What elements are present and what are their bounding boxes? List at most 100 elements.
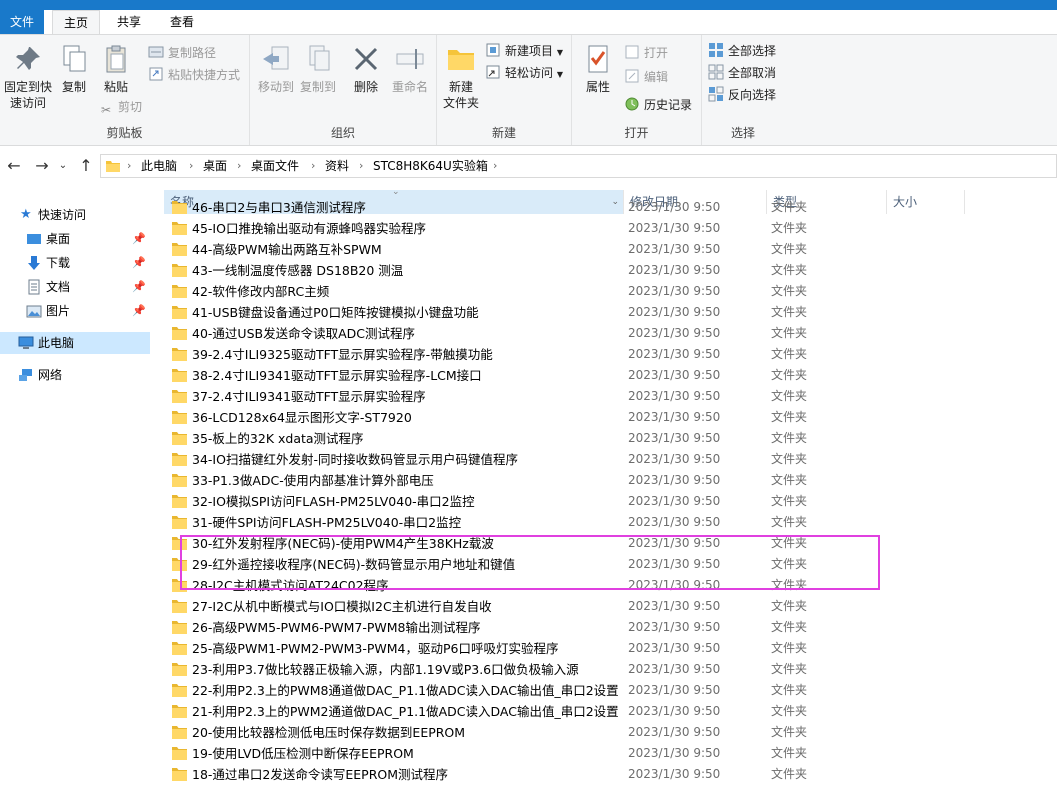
history-button[interactable]: 历史记录 (624, 95, 692, 115)
file-row[interactable]: 21-利用P2.3上的PWM2通道做DAC_P1.1做ADC读入DAC输出值_串… (164, 701, 1044, 722)
file-row[interactable]: 19-使用LVD低压检测中断保存EEPROM 2023/1/30 9:50 文件夹 (164, 743, 1044, 764)
file-row[interactable]: 20-使用比较器检测低电压时保存数据到EEPROM 2023/1/30 9:50 文… (164, 722, 1044, 743)
select-all-label: 全部选择 (728, 44, 777, 58)
forward-button[interactable]: → (32, 156, 52, 176)
tab-file[interactable]: 文件 (0, 10, 44, 34)
breadcrumb-this-pc[interactable]: 此电脑 (141, 155, 177, 177)
back-button[interactable]: ← (4, 156, 24, 176)
folder-icon (172, 369, 187, 382)
address-box[interactable]: › 此电脑 › 桌面 › 桌面文件 › 资料 › STC8H8K64U实验箱 › (100, 154, 1057, 178)
file-row[interactable]: 38-2.4寸ILI9341驱动TFT显示屏实验程序-LCM接口 2023/1/3… (164, 365, 1044, 386)
recent-locations-button[interactable]: ⌄ (56, 156, 70, 176)
title-bar (0, 0, 1057, 10)
new-group-label: 新建 (491, 126, 516, 140)
file-row[interactable]: 32-IO模拟SPI访问FLASH-PM25LV040-串口2监控 2023/1/… (164, 491, 1044, 512)
file-name: 23-利用P3.7做比较器正极输入源，内部1.19V或P3.6口做负极输入源 (192, 662, 579, 677)
folder-icon (172, 600, 187, 613)
nav-quick-access[interactable]: ★ 快速访问 (0, 204, 150, 226)
paste-button[interactable]: 粘贴 (96, 43, 136, 95)
invert-selection-button[interactable]: 反向选择 (708, 85, 776, 105)
paste-shortcut-button[interactable]: 粘贴快捷方式 (148, 65, 240, 85)
pin-icon: 📌 (132, 280, 146, 293)
easy-access-button[interactable]: 轻松访问 ▼ (485, 63, 563, 83)
copy-to-button[interactable]: 复制到 (296, 43, 340, 95)
file-type: 文件夹 (771, 599, 808, 613)
nav-documents[interactable]: 文档 📌 (0, 276, 150, 298)
file-date: 2023/1/30 9:50 (628, 494, 721, 508)
file-row[interactable]: 28-I2C主机模式访问AT24C02程序 2023/1/30 9:50 文件夹 (164, 575, 1044, 596)
nav-this-pc[interactable]: 此电脑 (0, 332, 150, 354)
file-row[interactable]: 22-利用P2.3上的PWM8通道做DAC_P1.1做ADC读入DAC输出值_串… (164, 680, 1044, 701)
breadcrumb-current-folder[interactable]: STC8H8K64U实验箱 (373, 155, 488, 177)
file-row[interactable]: 37-2.4寸ILI9341驱动TFT显示屏实验程序 2023/1/30 9:50… (164, 386, 1044, 407)
file-row[interactable]: 23-利用P3.7做比较器正极输入源，内部1.19V或P3.6口做负极输入源 20… (164, 659, 1044, 680)
file-name: 45-IO口推挽输出驱动有源蜂鸣器实验程序 (192, 221, 426, 236)
breadcrumb-desktop-files[interactable]: 桌面文件 (251, 155, 299, 177)
tab-home[interactable]: 主页 (52, 10, 100, 34)
file-row[interactable]: 25-高级PWM1-PWM2-PWM3-PWM4，驱动P6口呼吸灯实验程序 202… (164, 638, 1044, 659)
new-item-button[interactable]: 新建项目 ▼ (485, 41, 563, 61)
folder-icon (172, 285, 187, 298)
file-type: 文件夹 (771, 389, 808, 403)
edit-button[interactable]: 编辑 (624, 67, 668, 87)
folder-icon (172, 327, 187, 340)
file-row[interactable]: 46-串口2与串口3通信测试程序 2023/1/30 9:50 文件夹 (164, 197, 1044, 218)
file-date: 2023/1/30 9:50 (628, 578, 721, 592)
breadcrumb-separator: › (237, 159, 242, 172)
file-row[interactable]: 40-通过USB发送命令读取ADC测试程序 2023/1/30 9:50 文件夹 (164, 323, 1044, 344)
breadcrumb-desktop[interactable]: 桌面 (203, 155, 227, 177)
file-row[interactable]: 42-软件修改内部RC主频 2023/1/30 9:50 文件夹 (164, 281, 1044, 302)
copy-button[interactable]: 复制 (56, 43, 92, 95)
file-row[interactable]: 35-板上的32K xdata测试程序 2023/1/30 9:50 文件夹 (164, 428, 1044, 449)
nav-pictures-label: 图片 (46, 304, 71, 318)
select-none-button[interactable]: 全部取消 (708, 63, 776, 83)
file-row[interactable]: 33-P1.3做ADC-使用内部基准计算外部电压 2023/1/30 9:50 文件… (164, 470, 1044, 491)
file-row[interactable]: 31-硬件SPI访问FLASH-PM25LV040-串口2监控 2023/1/30… (164, 512, 1044, 533)
nav-this-pc-label: 此电脑 (38, 336, 75, 350)
copy-icon (63, 45, 86, 72)
file-row[interactable]: 34-IO扫描键红外发射-同时接收数码管显示用户码键值程序 2023/1/30 9… (164, 449, 1044, 470)
delete-button[interactable]: 删除 (346, 43, 386, 95)
file-name: 21-利用P2.3上的PWM2通道做DAC_P1.1做ADC读入DAC输出值_串… (192, 704, 620, 719)
new-item-label: 新建项目 (505, 44, 554, 58)
file-row[interactable]: 26-高级PWM5-PWM6-PWM7-PWM8输出测试程序 2023/1/30 … (164, 617, 1044, 638)
file-date: 2023/1/30 9:50 (628, 473, 721, 487)
desktop-icon (27, 234, 41, 244)
file-row[interactable]: 27-I2C从机中断模式与IO口模拟I2C主机进行自发自收 2023/1/30 9… (164, 596, 1044, 617)
file-date: 2023/1/30 9:50 (628, 431, 721, 445)
file-row[interactable]: 36-LCD128x64显示图形文字-ST7920 2023/1/30 9:50 文… (164, 407, 1044, 428)
file-name: 29-红外遥控接收程序(NEC码)-数码管显示用户地址和键值 (192, 557, 516, 572)
file-date: 2023/1/30 9:50 (628, 641, 721, 655)
pin-quick-access-button[interactable]: 固定到快 速访问 (2, 43, 54, 111)
folder-icon (172, 663, 187, 676)
copy-to-icon (309, 45, 330, 71)
file-row[interactable]: 43-一线制温度传感器 DS18B20 测温 2023/1/30 9:50 文件夹 (164, 260, 1044, 281)
nav-desktop[interactable]: 桌面 📌 (0, 228, 150, 250)
new-folder-button[interactable]: 新建 文件夹 (441, 43, 481, 111)
file-row[interactable]: 29-红外遥控接收程序(NEC码)-数码管显示用户地址和键值 2023/1/30 … (164, 554, 1044, 575)
file-date: 2023/1/30 9:50 (628, 263, 721, 277)
tab-share[interactable]: 共享 (104, 10, 154, 34)
file-row[interactable]: 41-USB键盘设备通过P0口矩阵按键模拟小键盘功能 2023/1/30 9:50… (164, 302, 1044, 323)
properties-button[interactable]: 属性 (578, 43, 618, 95)
cut-button[interactable]: ✂ 剪切 (98, 97, 142, 117)
file-type: 文件夹 (771, 536, 808, 550)
nav-downloads[interactable]: 下载 📌 (0, 252, 150, 274)
file-row[interactable]: 30-红外发射程序(NEC码)-使用PWM4产生38KHz载波 2023/1/30… (164, 533, 1044, 554)
up-button[interactable]: ↑ (76, 156, 96, 176)
select-all-button[interactable]: 全部选择 (708, 41, 776, 61)
rename-button[interactable]: 重命名 (386, 43, 434, 95)
tab-view[interactable]: 查看 (156, 10, 208, 34)
file-row[interactable]: 39-2.4寸ILI9325驱动TFT显示屏实验程序-带触摸功能 2023/1/3… (164, 344, 1044, 365)
move-to-button[interactable]: 移动到 (254, 43, 298, 95)
copy-path-button[interactable]: 复制路径 (148, 43, 216, 63)
file-row[interactable]: 45-IO口推挽输出驱动有源蜂鸣器实验程序 2023/1/30 9:50 文件夹 (164, 218, 1044, 239)
file-date: 2023/1/30 9:50 (628, 662, 721, 676)
file-row[interactable]: 44-高级PWM输出两路互补SPWM 2023/1/30 9:50 文件夹 (164, 239, 1044, 260)
breadcrumb-materials[interactable]: 资料 (325, 155, 349, 177)
nav-network[interactable]: 网络 (0, 364, 150, 386)
open-button[interactable]: 打开 (624, 43, 668, 63)
file-row[interactable]: 18-通过串口2发送命令读写EEPROM测试程序 2023/1/30 9:50 文件… (164, 764, 1044, 785)
nav-pictures[interactable]: 图片 📌 (0, 300, 150, 322)
file-date: 2023/1/30 9:50 (628, 683, 721, 697)
